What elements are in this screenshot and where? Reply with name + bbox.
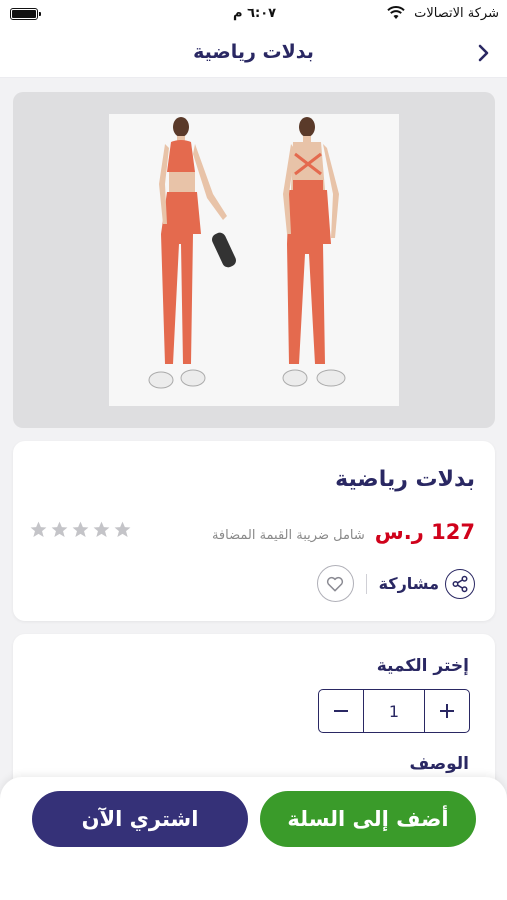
- product-image: [109, 114, 399, 406]
- add-to-cart-button[interactable]: أضف إلى السلة: [260, 791, 476, 847]
- share-label: مشاركة: [378, 574, 439, 593]
- app-header: بدلات رياضية: [0, 28, 507, 78]
- wifi-icon: [387, 6, 405, 19]
- star-icon: [93, 521, 110, 538]
- battery-icon: [10, 8, 41, 20]
- page-title: بدلات رياضية: [193, 41, 314, 63]
- chevron-right-icon: [478, 44, 489, 62]
- status-time: ٦:٠٧ م: [233, 6, 277, 21]
- status-bar: ٦:٠٧ م شركة الاتصالات: [0, 0, 507, 28]
- bottom-action-bar: أضف إلى السلة اشتري الآن: [0, 777, 507, 900]
- vat-note: شامل ضريبة القيمة المضافة: [211, 528, 365, 543]
- quantity-title: إختر الكمية: [376, 656, 469, 676]
- plus-icon: [440, 704, 454, 718]
- product-info-card: بدلات رياضية 127 ر.س شامل ضريبة القيمة ا…: [13, 441, 495, 621]
- product-name: بدلات رياضية: [335, 467, 475, 492]
- price-row: 127 ر.س شامل ضريبة القيمة المضافة: [212, 520, 475, 544]
- share-icon: [452, 575, 468, 592]
- favorite-button[interactable]: [316, 565, 354, 602]
- product-image-card[interactable]: [13, 92, 495, 428]
- product-price: 127 ر.س: [374, 520, 475, 544]
- description-title: الوصف: [409, 754, 469, 774]
- rating-stars[interactable]: [29, 520, 132, 539]
- heart-icon: [327, 576, 344, 591]
- quantity-value[interactable]: 1: [363, 690, 425, 732]
- minus-icon: [334, 710, 348, 712]
- back-button[interactable]: [471, 41, 495, 65]
- share-icon-wrap: [445, 568, 475, 599]
- star-icon: [72, 521, 89, 538]
- star-icon: [51, 521, 68, 538]
- increment-button[interactable]: [425, 690, 469, 732]
- buy-now-button[interactable]: اشتري الآن: [32, 791, 248, 847]
- star-icon: [114, 521, 131, 538]
- share-button[interactable]: مشاركة: [378, 568, 475, 599]
- product-actions: مشاركة: [316, 565, 475, 602]
- star-icon: [30, 521, 47, 538]
- decrement-button[interactable]: [319, 690, 363, 732]
- quantity-stepper: 1: [318, 689, 470, 733]
- divider: [365, 573, 367, 594]
- carrier-name: شركة الاتصالات: [414, 6, 499, 21]
